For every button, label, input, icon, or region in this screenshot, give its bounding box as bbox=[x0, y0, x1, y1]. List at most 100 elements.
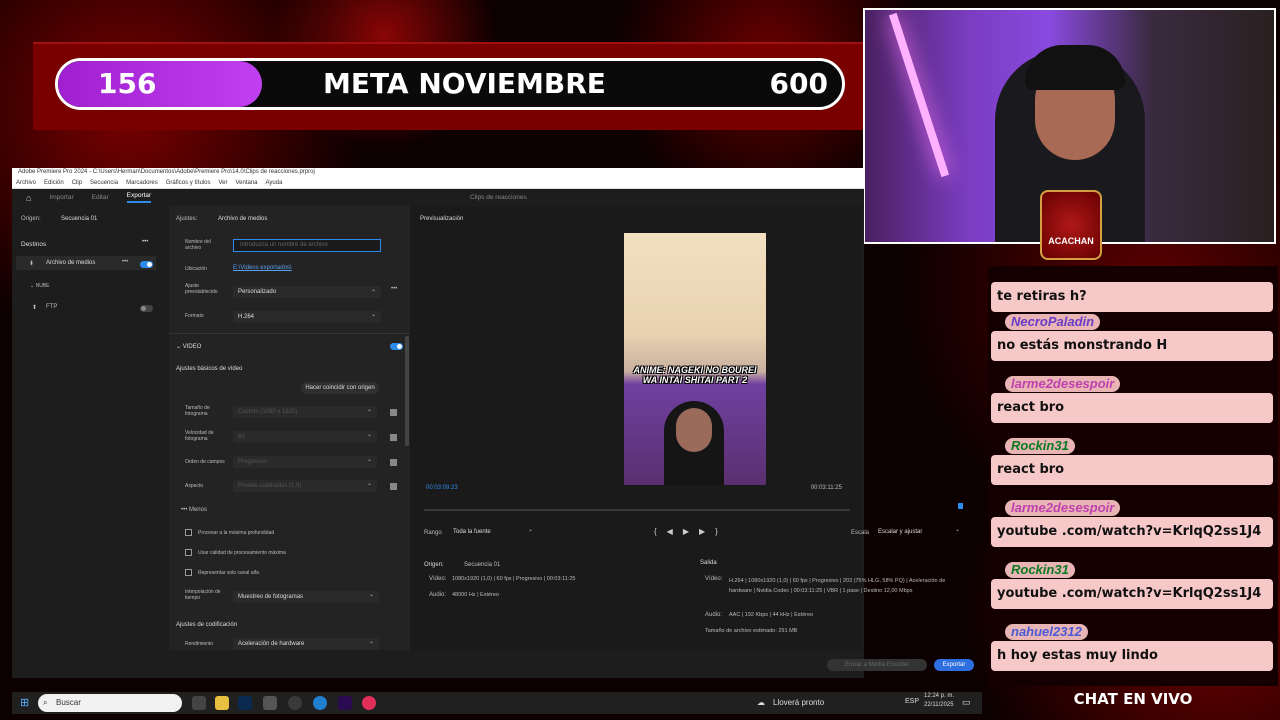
frame-rate-checkbox[interactable] bbox=[390, 434, 397, 441]
performance-label: Rendimiento bbox=[185, 641, 214, 647]
premiere-window: Adobe Premiere Pro 2024 - C:\Users\Herma… bbox=[12, 168, 974, 678]
chat-username[interactable]: larme2desespoir bbox=[1005, 500, 1121, 516]
alpha-only-checkbox[interactable] bbox=[185, 569, 192, 576]
origin-label: Origen: bbox=[21, 216, 41, 222]
tab-edit[interactable]: Editar bbox=[92, 194, 109, 201]
premiere-icon[interactable] bbox=[338, 696, 352, 710]
max-quality-checkbox[interactable] bbox=[185, 549, 192, 556]
aspect-checkbox[interactable] bbox=[390, 483, 397, 490]
filename-input[interactable]: Introduzca un nombre de archivo bbox=[233, 239, 381, 252]
home-icon[interactable]: ⌂ bbox=[26, 193, 31, 203]
preset-select[interactable]: Personalizado bbox=[233, 284, 381, 298]
divider bbox=[169, 333, 411, 334]
chat-text: react bro bbox=[991, 393, 1273, 423]
file-explorer-icon[interactable] bbox=[215, 696, 229, 710]
mark-in-icon[interactable]: { bbox=[654, 527, 667, 536]
send-to-encoder-button[interactable]: Enviar a Media Encoder bbox=[827, 659, 927, 671]
menu-item[interactable]: Edición bbox=[44, 177, 64, 188]
field-order-label: Orden de campos bbox=[185, 459, 225, 465]
weather-text[interactable]: Lloverá pronto bbox=[773, 698, 824, 707]
out-audio-value: AAC | 192 Kbps | 44 kHz | Estéreo bbox=[729, 612, 814, 618]
step-forward-icon[interactable]: ▶ bbox=[699, 527, 715, 536]
less-toggle[interactable]: ••• Menos bbox=[181, 507, 207, 513]
source-label: Origen: bbox=[424, 562, 444, 568]
range-select[interactable]: Toda la fuente bbox=[448, 524, 538, 538]
max-depth-checkbox[interactable] bbox=[185, 529, 192, 536]
src-video-label: Vídeo: bbox=[429, 576, 447, 582]
playhead-marker[interactable] bbox=[958, 503, 963, 509]
timeline-track[interactable] bbox=[424, 509, 850, 511]
mark-out-icon[interactable]: } bbox=[715, 527, 728, 536]
scale-label: Escala bbox=[851, 530, 870, 536]
chat-username[interactable]: Rockin31 bbox=[1005, 562, 1075, 578]
led-light bbox=[888, 12, 950, 178]
chat-username[interactable]: larme2desespoir bbox=[1005, 376, 1121, 392]
interp-select[interactable]: Muestreo de fotogramas bbox=[233, 589, 379, 603]
step-back-icon[interactable]: ◀ bbox=[667, 527, 683, 536]
basic-video-heading: Ajustes básicos de vídeo bbox=[176, 366, 243, 372]
menu-item[interactable]: Clip bbox=[72, 177, 82, 188]
edge-icon[interactable] bbox=[313, 696, 327, 710]
goal-target: 600 bbox=[769, 67, 828, 100]
video-section-heading[interactable]: ⌄ VIDEO bbox=[176, 343, 201, 350]
clock-time[interactable]: 12:24 p. m. bbox=[924, 693, 954, 699]
menu-item[interactable]: Marcadores bbox=[126, 177, 158, 188]
search-label: Buscar bbox=[56, 698, 81, 707]
frame-size-select[interactable]: Custom (1080 x 1920) bbox=[233, 404, 377, 418]
taskbar-search[interactable]: ⌕ Buscar bbox=[38, 694, 182, 712]
chat-text: youtube .com/watch?v=KrlqQ2ss1J4 bbox=[991, 579, 1273, 609]
src-audio-value: 48000 Hz | Estéreo bbox=[452, 592, 499, 598]
language-indicator[interactable]: ESP bbox=[905, 698, 919, 705]
aspect-label: Aspecto bbox=[185, 483, 204, 489]
location-link[interactable]: E:\Videos exportados\ bbox=[233, 265, 292, 271]
photoshop-icon[interactable] bbox=[238, 696, 252, 710]
chat-text: no estás monstrando H bbox=[991, 331, 1273, 361]
menu-item[interactable]: Gráficos y títulos bbox=[166, 177, 211, 188]
scale-select[interactable]: Escalar y ajustar bbox=[873, 524, 965, 538]
start-icon[interactable]: ⊞ bbox=[20, 696, 29, 709]
filename-label: Nombre del archivo bbox=[185, 239, 211, 251]
field-order-select[interactable]: Progresivo bbox=[233, 454, 377, 468]
ftp-icon: ⬆ bbox=[32, 305, 38, 311]
tab-import[interactable]: Importar bbox=[49, 194, 73, 201]
frame-rate-select[interactable]: 60 bbox=[233, 429, 377, 443]
media-more-icon[interactable]: ••• bbox=[122, 259, 128, 265]
ftp-toggle[interactable] bbox=[140, 305, 153, 312]
format-select[interactable]: H.264 bbox=[233, 309, 381, 323]
chrome-icon[interactable] bbox=[288, 696, 302, 710]
destination-ftp[interactable]: FTP bbox=[46, 304, 57, 310]
match-source-button[interactable]: Hacer coincidir con origen bbox=[301, 382, 379, 394]
chat-username[interactable]: Rockin31 bbox=[1005, 438, 1075, 454]
notification-icon[interactable]: ▭ bbox=[962, 697, 971, 708]
search-icon: ⌕ bbox=[43, 698, 48, 707]
tiktok-icon[interactable] bbox=[362, 696, 376, 710]
frame-size-checkbox[interactable] bbox=[390, 409, 397, 416]
menu-item[interactable]: Archivo bbox=[16, 177, 36, 188]
field-order-checkbox[interactable] bbox=[390, 459, 397, 466]
video-toggle[interactable] bbox=[390, 343, 403, 350]
preset-more-icon[interactable]: ••• bbox=[391, 286, 397, 292]
tab-export[interactable]: Exportar bbox=[126, 192, 152, 203]
chat-message: te retiras h? bbox=[991, 282, 1273, 312]
play-icon[interactable]: ▶ bbox=[683, 527, 699, 536]
location-label: Ubicación bbox=[185, 266, 207, 272]
chat-text: te retiras h? bbox=[991, 282, 1273, 312]
destinations-more-icon[interactable]: ••• bbox=[142, 239, 148, 245]
menu-item[interactable]: Secuencia bbox=[90, 177, 118, 188]
menu-item[interactable]: Ver bbox=[218, 177, 227, 188]
aspect-select[interactable]: Píxeles cuadrados (1,0) bbox=[233, 478, 377, 492]
chat-username[interactable]: NecroPaladin bbox=[1005, 314, 1101, 330]
app-icon[interactable] bbox=[263, 696, 277, 710]
origin-value: Secuencia 01 bbox=[61, 216, 98, 222]
settings-scrollbar[interactable] bbox=[405, 336, 409, 446]
chat-username[interactable]: nahuel2312 bbox=[1005, 624, 1088, 640]
export-button[interactable]: Exportar bbox=[934, 659, 974, 671]
menu-item[interactable]: Ventana bbox=[235, 177, 257, 188]
menu-item[interactable]: Ayuda bbox=[266, 177, 283, 188]
media-file-toggle[interactable] bbox=[140, 261, 153, 268]
clock-date[interactable]: 22/11/2025 bbox=[924, 702, 954, 708]
alpha-only-label: Representar solo canal alfa bbox=[198, 570, 259, 576]
performance-select[interactable]: Aceleración de hardware bbox=[233, 636, 379, 650]
output-label: Salida bbox=[700, 560, 717, 566]
taskview-icon[interactable] bbox=[192, 696, 206, 710]
